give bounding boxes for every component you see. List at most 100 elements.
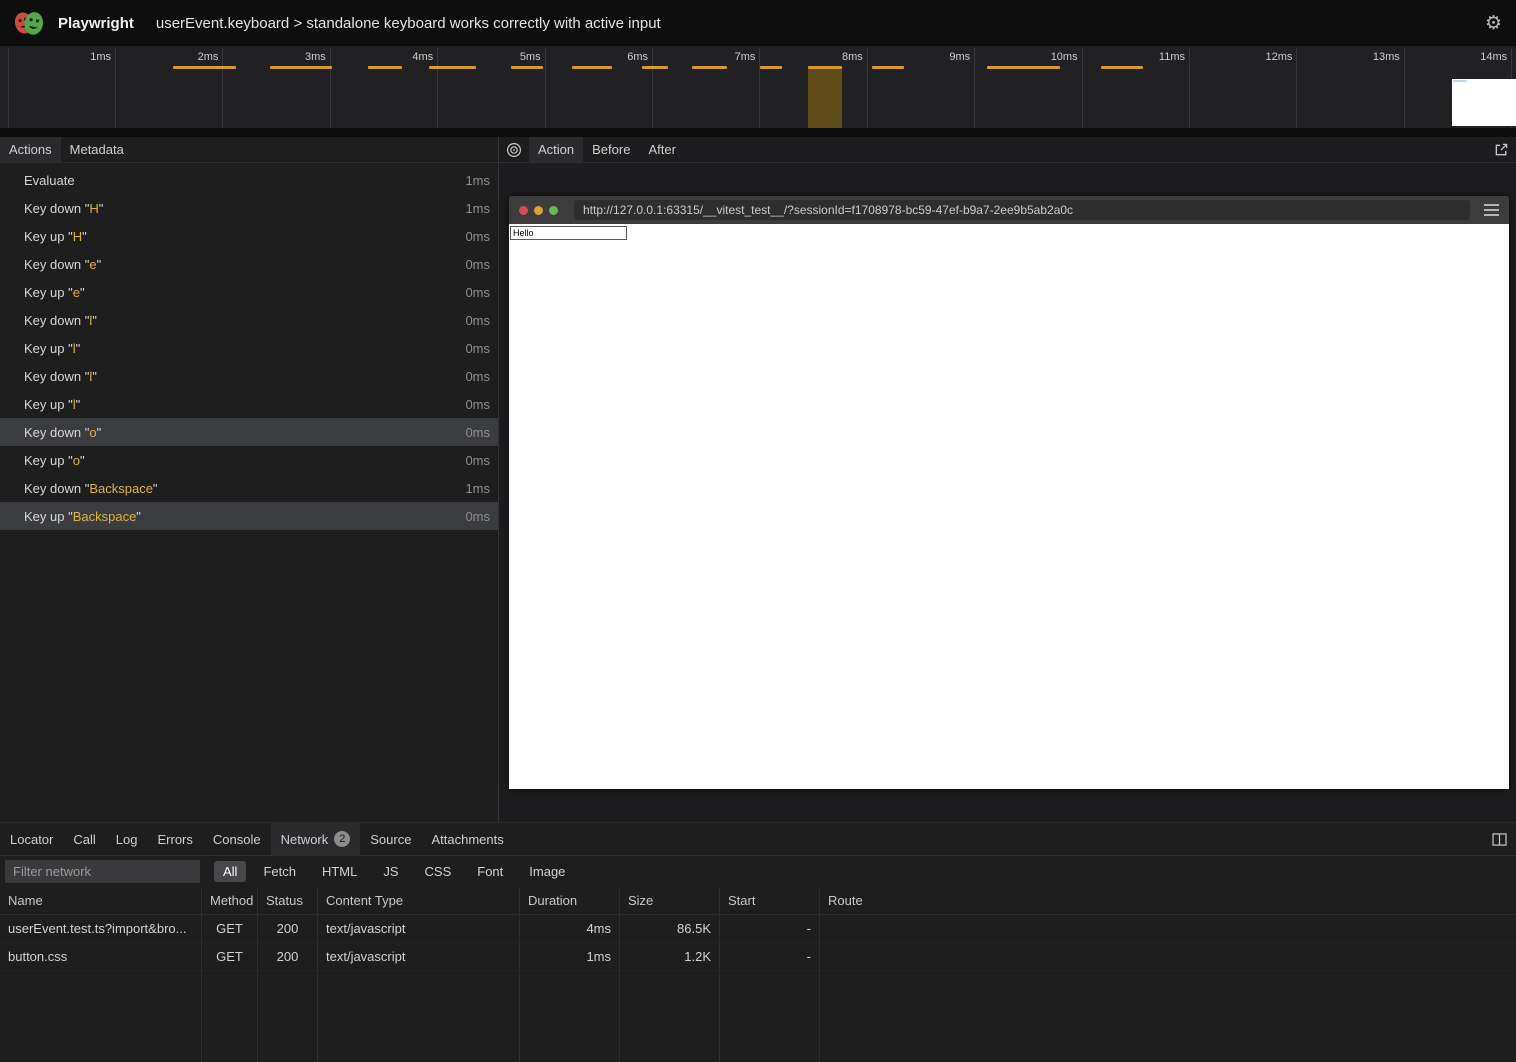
tab-label: Metadata <box>70 142 124 157</box>
column-header: Duration <box>520 887 620 914</box>
timeline-tick-label: 2ms <box>158 51 218 63</box>
tab-label: Errors <box>157 832 192 847</box>
tab-after[interactable]: After <box>639 137 684 162</box>
action-list-item[interactable]: Key down "H"1ms <box>0 194 498 222</box>
network-filter-row: All Fetch HTML JS CSS Font Image <box>0 856 1516 887</box>
page-text-input[interactable] <box>510 226 627 240</box>
action-list-item[interactable]: Key down "l"0ms <box>0 362 498 390</box>
filter-chip-html[interactable]: HTML <box>313 861 366 882</box>
app-name: Playwright <box>58 15 134 32</box>
tab-log[interactable]: Log <box>106 823 148 855</box>
network-count-badge: 2 <box>334 831 350 847</box>
timeline-gridline <box>1082 48 1083 128</box>
tab-before[interactable]: Before <box>583 137 639 162</box>
network-cell: text/javascript <box>318 915 520 942</box>
action-list-item[interactable]: Key down "e"0ms <box>0 250 498 278</box>
action-label-quote: " <box>82 229 87 244</box>
tab-call[interactable]: Call <box>63 823 105 855</box>
timeline-action-tick <box>511 66 543 69</box>
address-bar: http://127.0.0.1:63315/__vitest_test__/?… <box>574 200 1470 220</box>
action-label: Key down " <box>24 425 89 440</box>
timeline-gridline <box>1296 48 1297 128</box>
timeline-action-tick <box>1101 66 1143 69</box>
tab-action[interactable]: Action <box>529 137 583 162</box>
action-list-item[interactable]: Key up "e"0ms <box>0 278 498 306</box>
action-list-item[interactable]: Key up "l"0ms <box>0 390 498 418</box>
network-cell: 1ms <box>520 943 620 970</box>
action-duration: 0ms <box>465 397 490 412</box>
action-list-item[interactable]: Key up "l"0ms <box>0 334 498 362</box>
action-label: Key down " <box>24 257 89 272</box>
action-label: Key up " <box>24 453 73 468</box>
action-key-value: Backspace <box>89 481 153 496</box>
action-list-item[interactable]: Key down "o"0ms <box>0 418 498 446</box>
window-dot-red <box>519 206 528 215</box>
tab-source[interactable]: Source <box>360 823 421 855</box>
timeline-action-tick <box>760 66 782 69</box>
split-columns-icon[interactable] <box>1482 823 1516 855</box>
filter-chip-fetch[interactable]: Fetch <box>254 861 305 882</box>
timeline-gridline <box>545 48 546 128</box>
timeline-gridline <box>1189 48 1190 128</box>
action-list-item[interactable]: Key down "l"0ms <box>0 306 498 334</box>
network-table-filler <box>0 971 1516 1062</box>
actions-tabbar: Actions Metadata <box>0 137 498 163</box>
timeline-tick-label: 1ms <box>51 51 111 63</box>
timeline-tick-label: 13ms <box>1340 51 1400 63</box>
tab-attachments[interactable]: Attachments <box>421 823 513 855</box>
tab-label: Call <box>73 832 95 847</box>
external-link-icon[interactable] <box>1486 137 1516 162</box>
tab-label: Locator <box>10 832 53 847</box>
action-list-item[interactable]: Key down "Backspace"1ms <box>0 474 498 502</box>
timeline-tick-label: 8ms <box>803 51 863 63</box>
timeline-gridline <box>759 48 760 128</box>
filter-network-input[interactable] <box>5 860 200 883</box>
timeline-action-tick <box>368 66 402 69</box>
filter-chip-css[interactable]: CSS <box>416 861 461 882</box>
network-filler-cell <box>820 971 1516 1062</box>
column-header: Name <box>0 887 202 914</box>
filter-chip-font[interactable]: Font <box>468 861 512 882</box>
tab-actions[interactable]: Actions <box>0 137 61 162</box>
column-header: Start <box>720 887 820 914</box>
filter-chip-js[interactable]: JS <box>374 861 407 882</box>
network-cell: GET <box>202 915 258 942</box>
timeline-tick-label: 6ms <box>588 51 648 63</box>
timeline-tick-label: 9ms <box>910 51 970 63</box>
action-duration: 1ms <box>465 173 490 188</box>
action-key-value: e <box>73 285 80 300</box>
network-request-row[interactable]: userEvent.test.ts?import&bro...GET200tex… <box>0 915 1516 943</box>
filter-chip-all[interactable]: All <box>214 861 246 882</box>
network-cell: 1.2K <box>620 943 720 970</box>
network-cell: 4ms <box>520 915 620 942</box>
action-list-item[interactable]: Key up "Backspace"0ms <box>0 502 498 530</box>
timeline-film-thumbnail[interactable] <box>1452 79 1516 126</box>
action-duration: 0ms <box>465 257 490 272</box>
action-label-quote: " <box>153 481 158 496</box>
tab-errors[interactable]: Errors <box>147 823 202 855</box>
timeline-gridline <box>652 48 653 128</box>
tab-locator[interactable]: Locator <box>0 823 63 855</box>
timeline-tick-label: 7ms <box>695 51 755 63</box>
gear-icon[interactable]: ⚙ <box>1485 12 1502 34</box>
action-list-item[interactable]: Evaluate1ms <box>0 166 498 194</box>
network-request-row[interactable]: button.cssGET200text/javascript1ms1.2K- <box>0 943 1516 971</box>
action-duration: 1ms <box>465 201 490 216</box>
tab-metadata[interactable]: Metadata <box>61 137 133 162</box>
network-filler-cell <box>318 971 520 1062</box>
network-filler-cell <box>202 971 258 1062</box>
timeline[interactable]: 1ms2ms3ms4ms5ms6ms7ms8ms9ms10ms11ms12ms1… <box>0 46 1516 128</box>
action-list-item[interactable]: Key up "H"0ms <box>0 222 498 250</box>
tab-console[interactable]: Console <box>203 823 271 855</box>
timeline-selection-bar[interactable] <box>808 69 842 128</box>
timeline-action-tick <box>429 66 476 69</box>
action-list-item[interactable]: Key up "o"0ms <box>0 446 498 474</box>
timeline-action-tick <box>987 66 1060 69</box>
filter-chip-image[interactable]: Image <box>520 861 574 882</box>
network-filler-cell <box>258 971 318 1062</box>
timeline-tick-label: 14ms <box>1447 51 1507 63</box>
tab-network[interactable]: Network2 <box>271 823 361 855</box>
window-dot-yellow <box>534 206 543 215</box>
bullseye-icon[interactable] <box>499 137 529 162</box>
network-cell: 200 <box>258 943 318 970</box>
